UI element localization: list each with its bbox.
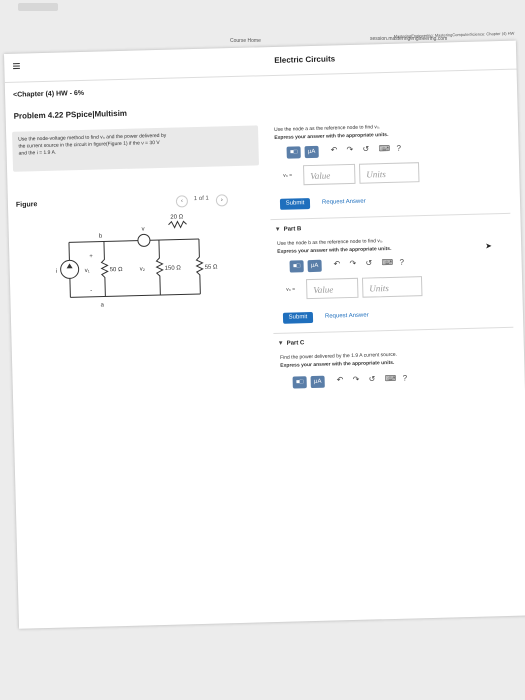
keyboard-icon[interactable]: ⌨ [381,258,393,267]
current-arrow-icon [66,263,73,269]
node-b-label: b [99,233,103,239]
part-c-title: Part C [286,340,305,347]
part-b-label[interactable]: ▼ Part B [275,226,302,233]
resistor-r1-icon [100,241,109,297]
screen-background: Course Home session.masteringengineering… [0,0,525,700]
part-b-submit-button[interactable]: Submit [282,312,314,324]
redo-icon[interactable]: ↷ [353,375,360,384]
part-b-value-input[interactable]: Value [305,277,359,300]
reset-icon[interactable]: ↺ [362,144,369,153]
figure-label: Figure [15,201,38,209]
templates-icon[interactable]: ■□ [292,376,307,389]
node-a-label: a [101,302,105,308]
v2-label: v₂ [140,266,146,272]
part-a-value-input[interactable]: Value [303,163,356,186]
templates-icon[interactable]: ■□ [289,260,304,273]
part-c-expand-icon: ▼ [277,340,284,347]
chapter-breadcrumb[interactable]: <Chapter (4) HW - 6% [13,90,84,99]
browser-window-controls [18,3,58,11]
next-figure-icon[interactable]: › [215,194,229,207]
part-b-request-answer-link[interactable]: Request Answer [325,313,369,320]
divider-a-b [270,212,511,221]
help-icon[interactable]: ? [403,374,408,383]
r2-label: 150 Ω [165,265,182,271]
prev-figure-icon[interactable]: ‹ [175,195,189,208]
undo-icon[interactable]: ↶ [337,375,344,384]
figure-pager: ‹ 1 of 1 › [175,192,229,208]
instructions-box: Use the node-voltage method to find v₀ a… [12,125,260,172]
top-wire [68,238,199,243]
part-a-submit-button[interactable]: Submit [279,198,311,210]
keyboard-icon[interactable]: ⌨ [378,144,390,153]
problem-title: Problem 4.22 PSpice|Multisim [13,108,128,121]
help-icon[interactable]: ? [396,144,401,153]
part-a-toolbar: ■□ μA ↶ ↷ ↺ ⌨ ? [286,142,447,160]
undo-icon[interactable]: ↶ [333,259,340,268]
units-mu-a-icon[interactable]: μA [304,145,319,159]
units-mu-a-icon[interactable]: μA [310,375,325,389]
v1-label: v₁ [85,268,90,274]
part-c-label[interactable]: ▼ Part C [278,340,305,347]
reset-icon[interactable]: ↺ [365,258,372,267]
r3-label: 55 Ω [205,264,218,270]
course-home-link[interactable]: Course Home [230,38,261,44]
circuit-diagram: b a i v v₁ v₂ + - 20 Ω 50 Ω 150 Ω 55 Ω [56,214,218,308]
part-c-toolbar: ■□ μA ↶ ↷ ↺ ⌨ ? [292,372,453,390]
mouse-cursor-icon: ➤ [485,241,493,251]
resistor-top-icon [168,220,187,229]
units-mu-a-icon[interactable]: μA [307,259,322,273]
part-b-title: Part B [283,226,302,233]
divider-b-c [273,326,514,335]
part-a-var-label: v₀ = [283,172,293,179]
menu-icon[interactable]: ≡ [12,58,21,74]
help-icon[interactable]: ? [399,258,404,267]
redo-icon[interactable]: ↷ [347,145,354,154]
resistor-r3-icon [195,238,204,294]
bottom-wire [70,293,201,298]
minus-sign: - [90,288,92,294]
part-b-var-label: v₀ = [286,286,296,293]
reset-icon[interactable]: ↺ [369,374,376,383]
resistor-r2-icon [155,239,164,296]
header-title: Electric Circuits [274,54,336,65]
part-b-units-input[interactable]: Units [361,276,423,298]
figure-page-count: 1 of 1 [193,195,209,203]
part-a-units-input[interactable]: Units [358,162,420,184]
instructions-text: Use the node-voltage method to find v₀ a… [18,132,167,157]
undo-icon[interactable]: ↶ [331,145,338,154]
current-source-icon [60,259,80,279]
part-a-request-answer-link[interactable]: Request Answer [322,199,366,206]
redo-icon[interactable]: ↷ [349,259,356,268]
templates-icon[interactable]: ■□ [286,146,301,159]
r1-label: 50 Ω [110,267,123,273]
browser-window: MasteringEngineering: MasteringComputerS… [4,31,525,629]
app-header: ≡ Electric Circuits [4,40,517,83]
r-top-label: 20 Ω [170,214,183,220]
part-b-expand-icon: ▼ [274,226,281,233]
voltage-source-icon [137,233,151,247]
plus-sign: + [89,254,93,260]
source-i-label: i [56,269,58,275]
tab-title: MasteringEngineering: MasteringComputerS… [393,30,515,39]
source-v-label: v [142,226,145,232]
part-b-toolbar: ■□ μA ↶ ↷ ↺ ⌨ ? [289,256,450,274]
keyboard-icon[interactable]: ⌨ [385,374,397,383]
